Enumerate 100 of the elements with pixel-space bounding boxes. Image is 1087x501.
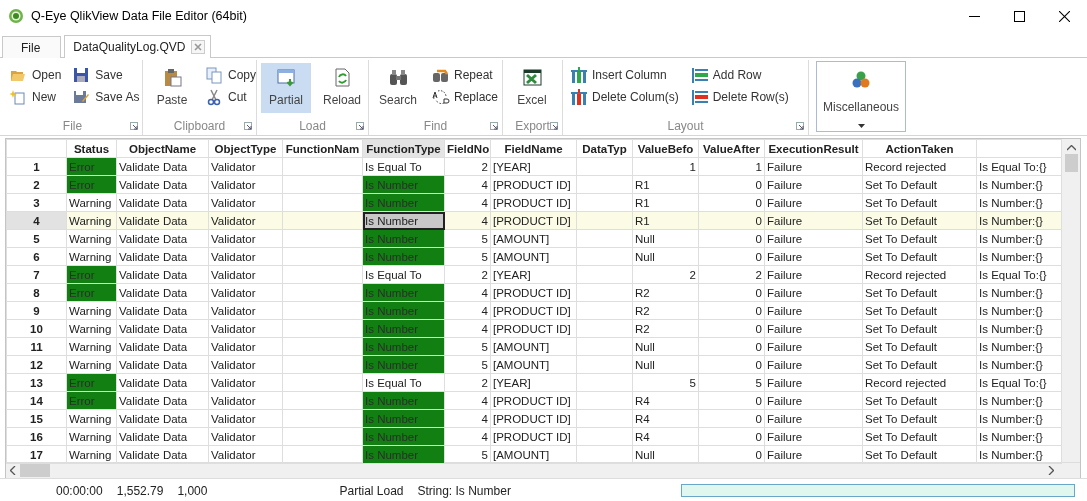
- ribbon-button[interactable]: Search: [373, 63, 423, 113]
- table-cell: R2: [632, 319, 699, 338]
- table-cell: 0: [698, 283, 765, 302]
- elapsed-time: 00:00:00: [56, 483, 103, 498]
- table-cell: Null: [632, 337, 699, 356]
- row-number: 9: [6, 301, 67, 320]
- dialog-launcher-icon[interactable]: [130, 122, 138, 130]
- table-cell: Validator: [208, 373, 283, 392]
- scroll-right-icon: [1048, 466, 1054, 475]
- column-header[interactable]: ObjectName: [116, 139, 209, 158]
- table-cell: Failure: [764, 175, 863, 194]
- vertical-scrollbar[interactable]: [1062, 139, 1080, 462]
- table-cell: Is Number:{}: [976, 391, 1062, 410]
- table-cell: 0: [698, 427, 765, 446]
- close-icon[interactable]: [1059, 10, 1070, 22]
- ribbon-button[interactable]: Repeat: [429, 65, 502, 85]
- table-cell: Failure: [764, 283, 863, 302]
- ribbon-button[interactable]: Save: [70, 65, 143, 85]
- table-cell: 0: [698, 409, 765, 428]
- table-cell: Is Equal To:{}: [976, 265, 1062, 284]
- table-cell: [AMOUNT]: [490, 247, 577, 266]
- ribbon-button[interactable]: Replace: [429, 87, 502, 107]
- ribbon-button[interactable]: Paste: [147, 63, 197, 113]
- table-cell: Validator: [208, 193, 283, 212]
- ribbon-button[interactable]: Reload: [317, 63, 367, 113]
- coins-icon: [851, 71, 871, 90]
- ribbon-button[interactable]: Add Row: [687, 65, 792, 85]
- ribbon-button[interactable]: Excel: [507, 63, 557, 113]
- tab[interactable]: DataQualityLog.QVD: [64, 35, 212, 58]
- column-header[interactable]: ValueAfter: [698, 139, 765, 158]
- ribbon-button[interactable]: Delete Row(s): [687, 87, 792, 107]
- table-cell: 4: [444, 427, 491, 446]
- ribbon-button[interactable]: New: [7, 87, 65, 107]
- table-cell: Warning: [66, 427, 117, 446]
- ribbon-button[interactable]: Cut: [203, 87, 259, 107]
- dialog-launcher-icon[interactable]: [356, 122, 364, 130]
- group-label: Find: [423, 119, 448, 133]
- column-header[interactable]: ActionTaken: [862, 139, 977, 158]
- table-cell: Null: [632, 355, 699, 374]
- row-number: 13: [6, 373, 67, 392]
- table-cell: R4: [632, 391, 699, 410]
- dialog-launcher-icon[interactable]: [796, 122, 804, 130]
- table-cell: Is Number:{}: [976, 301, 1062, 320]
- reload-icon: [332, 68, 352, 87]
- table-cell: Is Number:{}: [976, 355, 1062, 374]
- table-cell: Is Number:{}: [976, 247, 1062, 266]
- delete-row-icon: [690, 88, 709, 106]
- row-number: 3: [6, 193, 67, 212]
- table-cell: Validate Data: [116, 265, 209, 284]
- ribbon-button[interactable]: Insert Column: [567, 65, 682, 85]
- tab[interactable]: File: [2, 36, 62, 58]
- group-label: Layout: [667, 119, 704, 133]
- table-cell: R2: [632, 283, 699, 302]
- ribbon-button[interactable]: Open: [7, 65, 65, 85]
- ribbon-button[interactable]: Partial: [261, 63, 311, 113]
- menu-button[interactable]: Miscellaneous: [816, 61, 907, 132]
- column-header[interactable]: Status: [66, 139, 117, 158]
- column-header[interactable]: FieldNo: [444, 139, 491, 158]
- table-cell: Validator: [208, 301, 283, 320]
- table-cell: R1: [632, 193, 699, 212]
- column-header[interactable]: FunctionType: [362, 139, 445, 158]
- table-cell: Validate Data: [116, 175, 209, 194]
- column-header[interactable]: FieldName: [490, 139, 577, 158]
- dialog-launcher-icon[interactable]: [490, 122, 498, 130]
- column-header[interactable]: FunctionNam: [282, 139, 363, 158]
- table-cell: Warning: [66, 247, 117, 266]
- column-header[interactable]: ValueBefo: [632, 139, 699, 158]
- table-cell: Validate Data: [116, 247, 209, 266]
- ribbon-button[interactable]: Copy: [203, 65, 259, 85]
- scrollbar-thumb[interactable]: [1064, 154, 1078, 172]
- table-cell: Validator: [208, 229, 283, 248]
- table-cell: 2: [444, 265, 491, 284]
- dialog-launcher-icon[interactable]: [550, 122, 558, 130]
- column-header[interactable]: ExecutionResult: [764, 139, 863, 158]
- table-cell: Failure: [764, 265, 863, 284]
- table-cell: 0: [698, 355, 765, 374]
- record-count: 1,000: [177, 483, 208, 498]
- row-number: 8: [6, 283, 67, 302]
- row-number: 1: [6, 157, 67, 176]
- table-cell: Warning: [66, 229, 117, 248]
- table-cell: Failure: [764, 355, 863, 374]
- table-cell: 5: [444, 337, 491, 356]
- binoculars-icon: [388, 68, 408, 87]
- table-cell: Is Number:{}: [976, 193, 1062, 212]
- table-cell: Validate Data: [116, 193, 209, 212]
- row-number: 2: [6, 175, 67, 194]
- table-cell: 5: [698, 373, 765, 392]
- tab-close-icon[interactable]: [191, 40, 206, 54]
- table-cell: 4: [444, 319, 491, 338]
- dialog-launcher-icon[interactable]: [244, 122, 252, 130]
- horizontal-scrollbar[interactable]: [6, 462, 1080, 478]
- scrollbar-thumb[interactable]: [20, 464, 50, 477]
- ribbon-button[interactable]: Save As: [70, 87, 143, 107]
- maximize-icon[interactable]: [1014, 10, 1025, 22]
- ribbon-button[interactable]: Delete Colum(s): [567, 87, 682, 107]
- table-cell: [YEAR]: [490, 157, 577, 176]
- column-header[interactable]: DataTyp: [576, 139, 633, 158]
- table-cell: Failure: [764, 193, 863, 212]
- table-cell: [YEAR]: [490, 373, 577, 392]
- column-header[interactable]: ObjectType: [208, 139, 283, 158]
